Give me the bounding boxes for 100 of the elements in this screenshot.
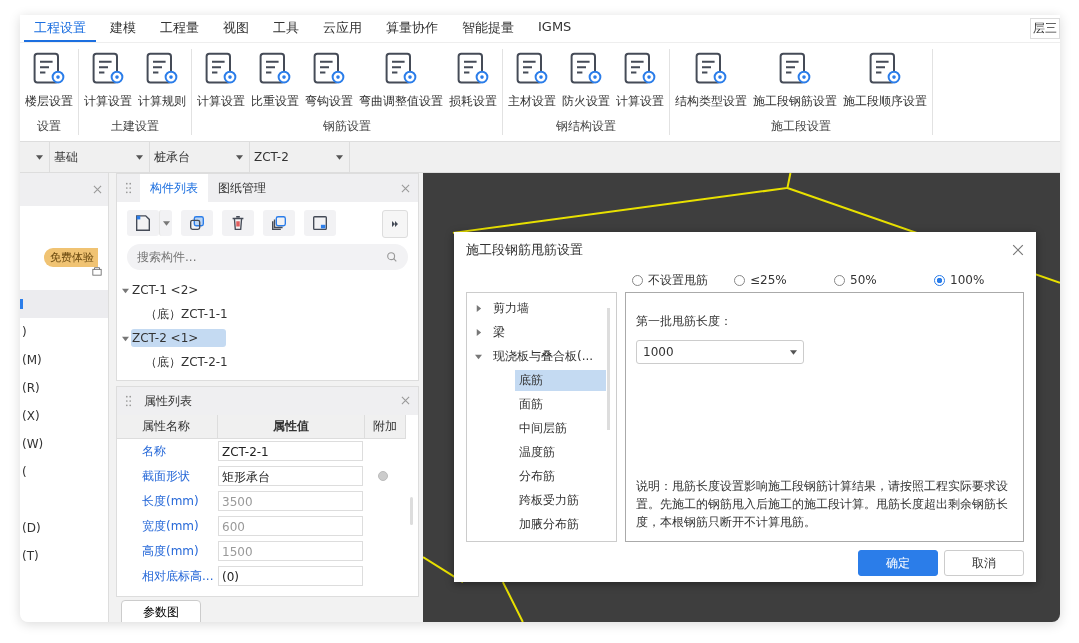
list-item[interactable]: ( (20, 458, 108, 486)
stacked-pages-icon (270, 214, 288, 232)
list-item[interactable]: ) (20, 318, 108, 346)
menu-tab[interactable]: 云应用 (313, 15, 372, 42)
ribbon-button[interactable]: 损耗设置 (446, 49, 500, 118)
save-button[interactable] (304, 210, 336, 236)
ribbon-button[interactable]: 施工段钢筋设置 (750, 49, 840, 118)
expand-arrow-icon[interactable] (122, 334, 129, 342)
dropdown[interactable]: ZCT-2 (250, 142, 350, 172)
trial-badge[interactable]: 免费体验 (44, 248, 98, 267)
ribbon-button[interactable]: 计算设置 (81, 49, 135, 118)
radio-option[interactable]: ≤25% (734, 273, 834, 287)
tree-item[interactable]: 现浇板与叠合板(... (489, 345, 598, 367)
dropdown[interactable]: 桩承台 (150, 142, 250, 172)
tree-item[interactable]: 梁 (489, 321, 509, 343)
close-icon[interactable] (93, 185, 102, 194)
expand-arrow-icon[interactable] (475, 328, 482, 336)
tree-item[interactable]: 面筋 (515, 393, 547, 415)
property-name: 长度(mm) (141, 492, 200, 510)
ribbon-button[interactable]: 防火设置 (559, 49, 613, 118)
attach-dot[interactable] (378, 471, 388, 482)
tree-item[interactable]: ZCT-2 <1> (131, 329, 227, 347)
ribbon-button[interactable]: 楼层设置 (22, 49, 76, 118)
parameter-diagram-button[interactable]: 参数图 (121, 600, 201, 622)
copy-icon (188, 214, 206, 232)
property-value-field[interactable]: ZCT-2-1 (218, 441, 363, 462)
menu-tab[interactable]: 算量协作 (376, 15, 448, 42)
list-item[interactable]: (X) (20, 402, 108, 430)
radio-option[interactable]: 50% (834, 273, 934, 287)
tree-item[interactable]: （底）ZCT-1-1 (144, 303, 232, 325)
tree-item[interactable]: （底）ZCT-2-1 (144, 351, 232, 373)
close-icon[interactable] (1012, 244, 1024, 256)
field-label: 第一批甩筋长度： (636, 313, 733, 330)
panel-tab[interactable]: 图纸管理 (208, 174, 276, 202)
caret-icon (162, 220, 170, 226)
expand-button[interactable] (382, 210, 408, 238)
radio-option[interactable]: 100% (934, 273, 1034, 287)
ribbon-button[interactable]: 结构类型设置 (672, 49, 750, 118)
expand-arrow-icon[interactable] (122, 286, 129, 294)
search-field[interactable]: 搜索构件... (127, 244, 408, 270)
tree-item[interactable]: 剪力墙 (489, 297, 533, 319)
property-name: 相对底标高... (141, 567, 215, 585)
dialog-title: 施工段钢筋甩筋设置 (466, 241, 583, 259)
group-label: 施工段设置 (771, 118, 831, 135)
tree-item[interactable]: 底筋 (515, 369, 606, 391)
caret-icon (790, 349, 797, 355)
property-name: 名称 (141, 442, 167, 460)
confirm-button[interactable]: 确定 (858, 550, 938, 576)
menu-tab[interactable]: 智能提量 (452, 15, 524, 42)
close-icon[interactable] (401, 396, 410, 406)
ribbon-button[interactable]: 弯钩设置 (302, 49, 356, 118)
expand-arrow-icon[interactable] (475, 352, 482, 360)
tree-item[interactable]: 温度筋 (515, 441, 559, 463)
floor-selector[interactable]: 层三 (1030, 18, 1060, 39)
new-button[interactable] (127, 210, 159, 236)
column-header: 属性名称 (117, 414, 218, 438)
length-dropdown[interactable]: 1000 (636, 340, 804, 364)
expand-arrow-icon[interactable] (475, 304, 482, 312)
ribbon-button[interactable]: 主材设置 (505, 49, 559, 118)
menu-tab[interactable]: 视图 (213, 15, 259, 42)
ribbon-button[interactable]: 计算规则 (135, 49, 189, 118)
duplicate-button[interactable] (263, 210, 295, 236)
ribbon-button[interactable]: 弯曲调整值设置 (356, 49, 446, 118)
drag-handle-icon[interactable] (125, 394, 132, 407)
dropdown[interactable]: 基础 (50, 142, 150, 172)
group-label: 钢筋设置 (323, 118, 371, 135)
property-name: 截面形状 (141, 467, 191, 485)
list-item[interactable]: (D) (20, 514, 108, 542)
ribbon-button[interactable]: 计算设置 (194, 49, 248, 118)
tree-item[interactable]: 中间层筋 (515, 417, 571, 439)
cancel-button[interactable]: 取消 (944, 550, 1024, 576)
menu-tab[interactable]: 工具 (263, 15, 309, 42)
ribbon-button[interactable]: 施工段顺序设置 (840, 49, 930, 118)
list-item[interactable]: (M) (20, 346, 108, 374)
radio-option[interactable]: 不设置甩筋 (632, 271, 734, 289)
caret-icon (336, 154, 343, 160)
delete-button[interactable] (222, 210, 254, 236)
ribbon-button[interactable]: 比重设置 (248, 49, 302, 118)
tree-item[interactable]: ZCT-1 <2> (131, 281, 203, 299)
new-document-icon (134, 214, 152, 232)
list-item[interactable]: (T) (20, 542, 108, 570)
list-item[interactable]: (W) (20, 430, 108, 458)
caret-icon (236, 154, 243, 160)
ribbon-button[interactable]: 计算设置 (613, 49, 667, 118)
tree-item[interactable]: 跨板受力筋 (515, 489, 583, 511)
copy-button[interactable] (181, 210, 213, 236)
property-value-field[interactable]: 矩形承台 (218, 466, 363, 487)
save-icon (311, 214, 329, 232)
dropdown-button[interactable] (159, 210, 172, 236)
menu-tab[interactable]: 工程量 (150, 15, 209, 42)
menu-tab[interactable]: 建模 (100, 15, 146, 42)
list-item[interactable]: (R) (20, 374, 108, 402)
property-value-field[interactable]: (0) (218, 566, 363, 587)
tree-item[interactable]: 加腋分布筋 (515, 513, 583, 535)
menu-tab[interactable]: IGMS (528, 15, 582, 42)
close-icon[interactable] (401, 183, 410, 193)
group-label: 钢结构设置 (556, 118, 616, 135)
drag-handle-icon[interactable] (125, 182, 132, 194)
panel-tab[interactable]: 构件列表 (140, 174, 208, 202)
tree-item[interactable]: 分布筋 (515, 465, 559, 487)
